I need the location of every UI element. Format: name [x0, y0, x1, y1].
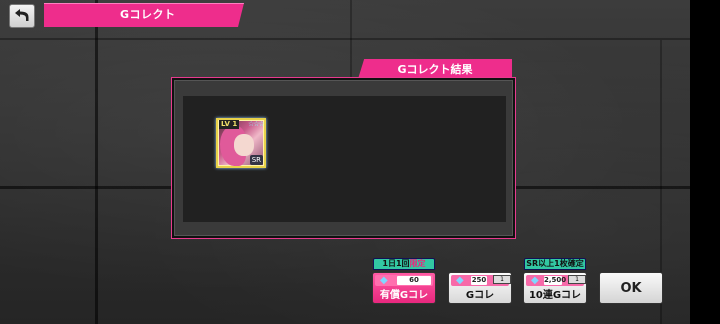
character-card[interactable]: LV 1 ☆☆☆ SR [216, 118, 266, 168]
ten-gacha-button[interactable]: ◆ 2,500 1 10連Gコレ [523, 272, 587, 304]
stone-crack [95, 0, 98, 324]
result-grid: LV 1 ☆☆☆ SR [183, 96, 506, 222]
sr-guarantee-tag: SR以上1枚確定 [524, 258, 586, 270]
paid-gacha-label: 有償Gコレ [379, 290, 429, 301]
single-gacha-button[interactable]: ◆ 250 1 Gコレ [448, 272, 512, 304]
price-strip: ◆ 2,500 1 [526, 275, 586, 286]
card-stars: ☆☆☆ [248, 120, 264, 128]
ticket-icon: 1 [493, 275, 511, 284]
stone-crack [0, 38, 690, 40]
back-arrow-icon [14, 7, 30, 26]
card-rarity-badge: SR [249, 155, 263, 165]
back-button[interactable] [9, 4, 35, 28]
price-value: 60 [397, 276, 431, 285]
gem-icon: ◆ [380, 275, 388, 286]
screen-edge-bar [690, 0, 720, 324]
gem-icon: ◆ [531, 275, 539, 286]
ten-gacha-label: 10連Gコレ [528, 290, 582, 301]
page-title: Gコレクト [120, 8, 176, 21]
result-panel: LV 1 ☆☆☆ SR [172, 78, 515, 238]
price-value: 250 [471, 276, 487, 285]
card-level: LV 1 [219, 120, 240, 129]
gem-icon: ◆ [456, 275, 464, 286]
paid-gacha-button[interactable]: ◆ 60 有償Gコレ [372, 272, 436, 304]
price-strip: ◆ 250 1 [451, 275, 511, 286]
sr-guarantee-text: SR以上1枚確定 [526, 259, 584, 268]
card-portrait-face [234, 134, 254, 156]
result-tab: Gコレクト結果 [358, 59, 512, 79]
daily-limit-tag: 1日1回限定 [373, 258, 435, 270]
single-gacha-label: Gコレ [465, 290, 495, 301]
ticket-icon: 1 [568, 275, 586, 284]
price-value: 2,500 [544, 276, 567, 285]
daily-limit-text: 1日1回 [382, 259, 410, 268]
price-strip: ◆ 60 [375, 275, 433, 286]
result-tab-label: Gコレクト結果 [397, 63, 473, 76]
limit-highlight: 限定 [409, 259, 426, 268]
stone-crack [350, 0, 352, 80]
ok-button[interactable]: OK [599, 272, 663, 304]
